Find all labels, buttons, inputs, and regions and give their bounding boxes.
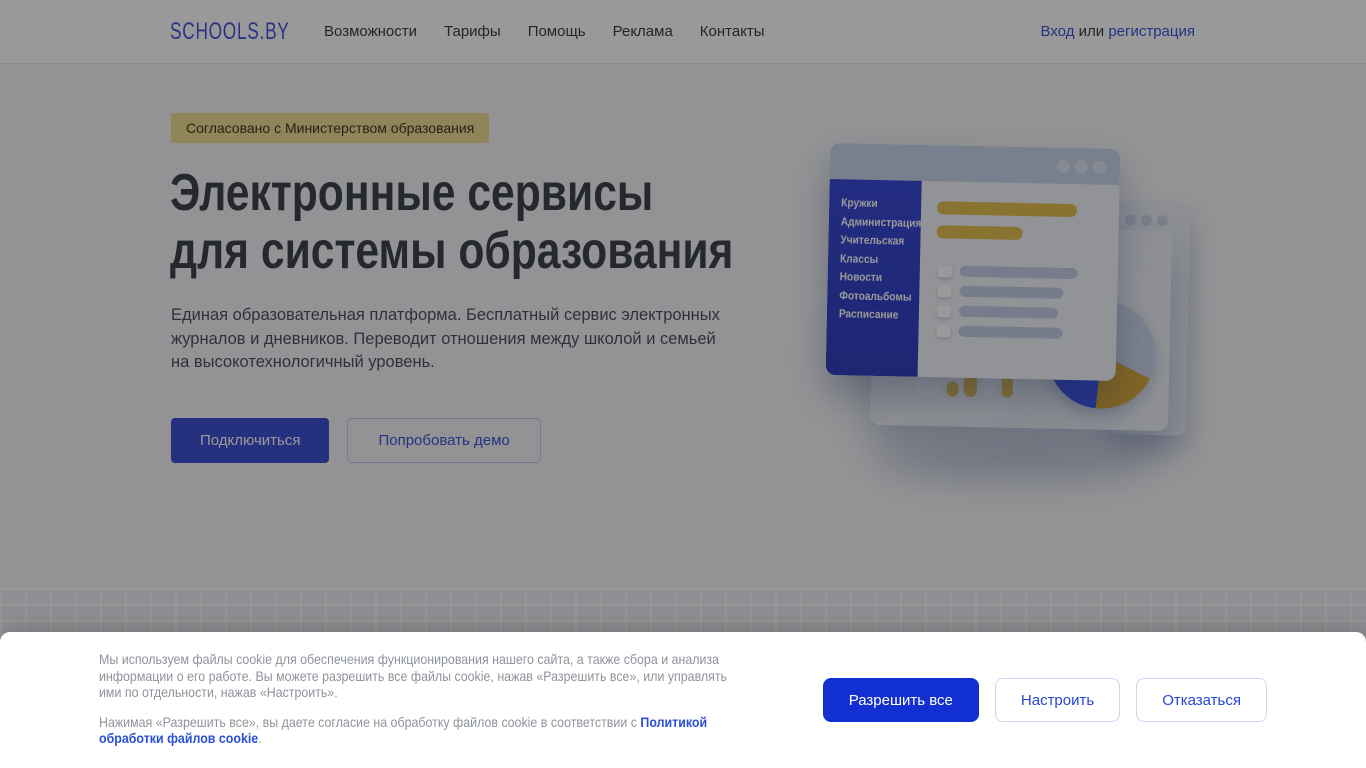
cookie-paragraph-2-period: . — [258, 731, 262, 747]
decline-button[interactable]: Отказаться — [1136, 678, 1267, 722]
cookie-banner: Мы используем файлы cookie для обеспечен… — [0, 632, 1366, 768]
allow-all-button[interactable]: Разрешить все — [822, 678, 979, 722]
cookie-buttons: Разрешить все Настроить Отказаться — [822, 678, 1267, 722]
cookie-text: Мы используем файлы cookie для обеспечен… — [99, 652, 750, 747]
configure-button[interactable]: Настроить — [994, 678, 1121, 722]
cookie-paragraph-1: Мы используем файлы cookie для обеспечен… — [99, 652, 728, 700]
cookie-paragraph-2-text: Нажимая «Разрешить все», вы даете соглас… — [99, 715, 641, 731]
cookie-paragraph-2: Нажимая «Разрешить все», вы даете соглас… — [99, 715, 750, 747]
